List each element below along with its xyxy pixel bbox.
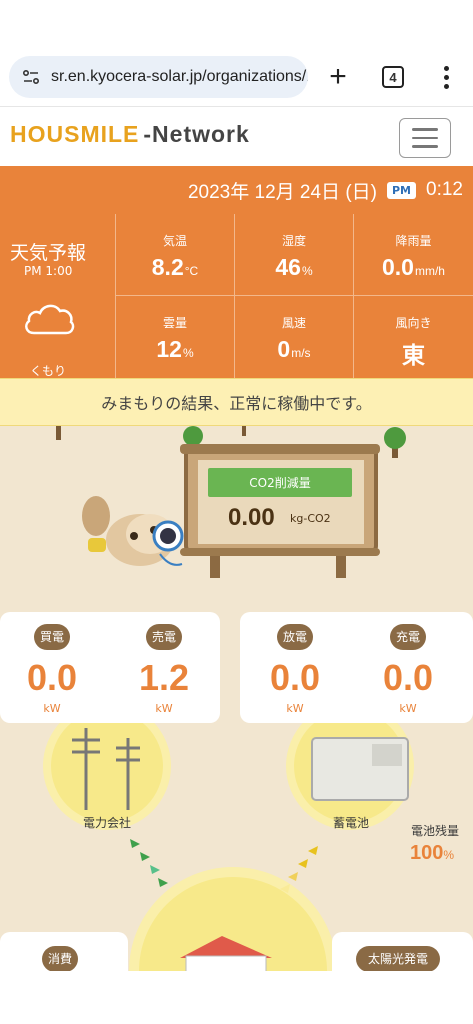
co2-value: 0.00 xyxy=(228,504,275,531)
current-time: 0:12 xyxy=(426,179,463,200)
discharge-value: 0.0 xyxy=(269,657,321,698)
current-date: 2023年 12月 24日 (日) xyxy=(187,181,377,203)
cloud-icon xyxy=(25,304,75,335)
sell-power-metric: 売電 1.2 kW xyxy=(119,624,209,715)
battery-level: 100% xyxy=(410,842,455,864)
humidity-cell: 湿度 46% xyxy=(235,214,354,296)
housmile-logo[interactable]: HOUSMILE -Network xyxy=(10,121,250,148)
new-tab-button[interactable]: + xyxy=(318,56,358,98)
site-header: HOUSMILE -Network xyxy=(0,106,473,166)
weather-forecast: 天気予報 PM 1:00 くもり xyxy=(0,214,116,378)
battery-icon xyxy=(311,737,409,801)
address-bar[interactable]: sr.en.kyocera-solar.jp/organizations/1 xyxy=(9,56,308,98)
sell-power-label: 売電 xyxy=(146,624,182,650)
status-banner: みまもりの結果、正常に稼働中です。 xyxy=(0,378,473,426)
wind-direction-value: 東 xyxy=(402,342,425,368)
more-vert-icon xyxy=(443,65,449,89)
buy-power-unit: kW xyxy=(43,702,61,715)
weather-panel: 天気予報 PM 1:00 くもり 気温 8.2°C 湿度 46% 降雨量 0.0… xyxy=(0,214,473,378)
charge-label: 充電 xyxy=(390,624,426,650)
weather-condition: くもり xyxy=(30,364,67,378)
solar-label: 太陽光発電 xyxy=(356,946,440,971)
solar-card: 太陽光発電 xyxy=(332,932,473,971)
discharge-metric: 放電 0.0 kW xyxy=(250,624,340,715)
battery-label: 蓄電池 xyxy=(333,816,370,830)
charge-metric: 充電 0.0 kW xyxy=(363,624,453,715)
consumption-label: 消費 xyxy=(42,946,78,971)
browser-menu-button[interactable] xyxy=(426,56,466,98)
forecast-title: 天気予報 xyxy=(10,242,87,264)
tab-switcher-button[interactable]: 4 xyxy=(373,56,413,98)
consumption-card: 消費 xyxy=(0,932,128,971)
charge-unit: kW xyxy=(399,702,417,715)
rainfall-cell: 降雨量 0.0mm/h xyxy=(354,214,473,296)
wind-direction-cell: 風向き 東 xyxy=(354,296,473,378)
buy-power-value: 0.0 xyxy=(26,657,78,698)
power-company-label: 電力会社 xyxy=(83,816,132,830)
temperature-cell: 気温 8.2°C xyxy=(116,214,235,296)
site-settings-icon[interactable] xyxy=(21,67,41,87)
url-text[interactable]: sr.en.kyocera-solar.jp/organizations/1 xyxy=(51,68,308,86)
energy-flow-scene: CO2削減量 0.00 kg-CO2 買電 0.0 kW 売電 1.2 kW 放… xyxy=(0,426,473,971)
co2-unit: kg-CO2 xyxy=(290,512,331,525)
signboard-icon xyxy=(180,444,380,578)
discharge-unit: kW xyxy=(286,702,304,715)
grid-power-panel: 買電 0.0 kW 売電 1.2 kW xyxy=(0,612,220,723)
temperature-value: 8.2 xyxy=(151,254,184,280)
buy-power-label: 買電 xyxy=(34,624,70,650)
sell-power-value: 1.2 xyxy=(138,657,190,698)
cloud-cover-cell: 雲量 12% xyxy=(116,296,235,378)
hamburger-menu-button[interactable] xyxy=(399,118,451,158)
buy-power-metric: 買電 0.0 kW xyxy=(7,624,97,715)
humidity-value: 46 xyxy=(275,254,301,280)
rainfall-value: 0.0 xyxy=(382,254,414,280)
cloud-cover-value: 12 xyxy=(156,336,182,362)
squirrel-mascot-icon xyxy=(82,496,184,566)
date-bar: 2023年 12月 24日 (日) PM 0:12 xyxy=(0,166,473,214)
co2-label: CO2削減量 xyxy=(208,468,352,497)
wind-speed-value: 0 xyxy=(277,336,291,362)
wind-speed-cell: 風速 0m/s xyxy=(235,296,354,378)
forecast-time: PM 1:00 xyxy=(24,264,73,278)
battery-level-label: 電池残量 xyxy=(411,824,460,838)
charge-value: 0.0 xyxy=(382,657,434,698)
browser-toolbar: sr.en.kyocera-solar.jp/organizations/1 +… xyxy=(0,48,473,106)
sell-power-unit: kW xyxy=(155,702,173,715)
discharge-label: 放電 xyxy=(277,624,313,650)
ampm-badge: PM xyxy=(387,181,417,199)
battery-power-panel: 放電 0.0 kW 充電 0.0 kW xyxy=(240,612,473,723)
tab-count: 4 xyxy=(382,66,404,88)
